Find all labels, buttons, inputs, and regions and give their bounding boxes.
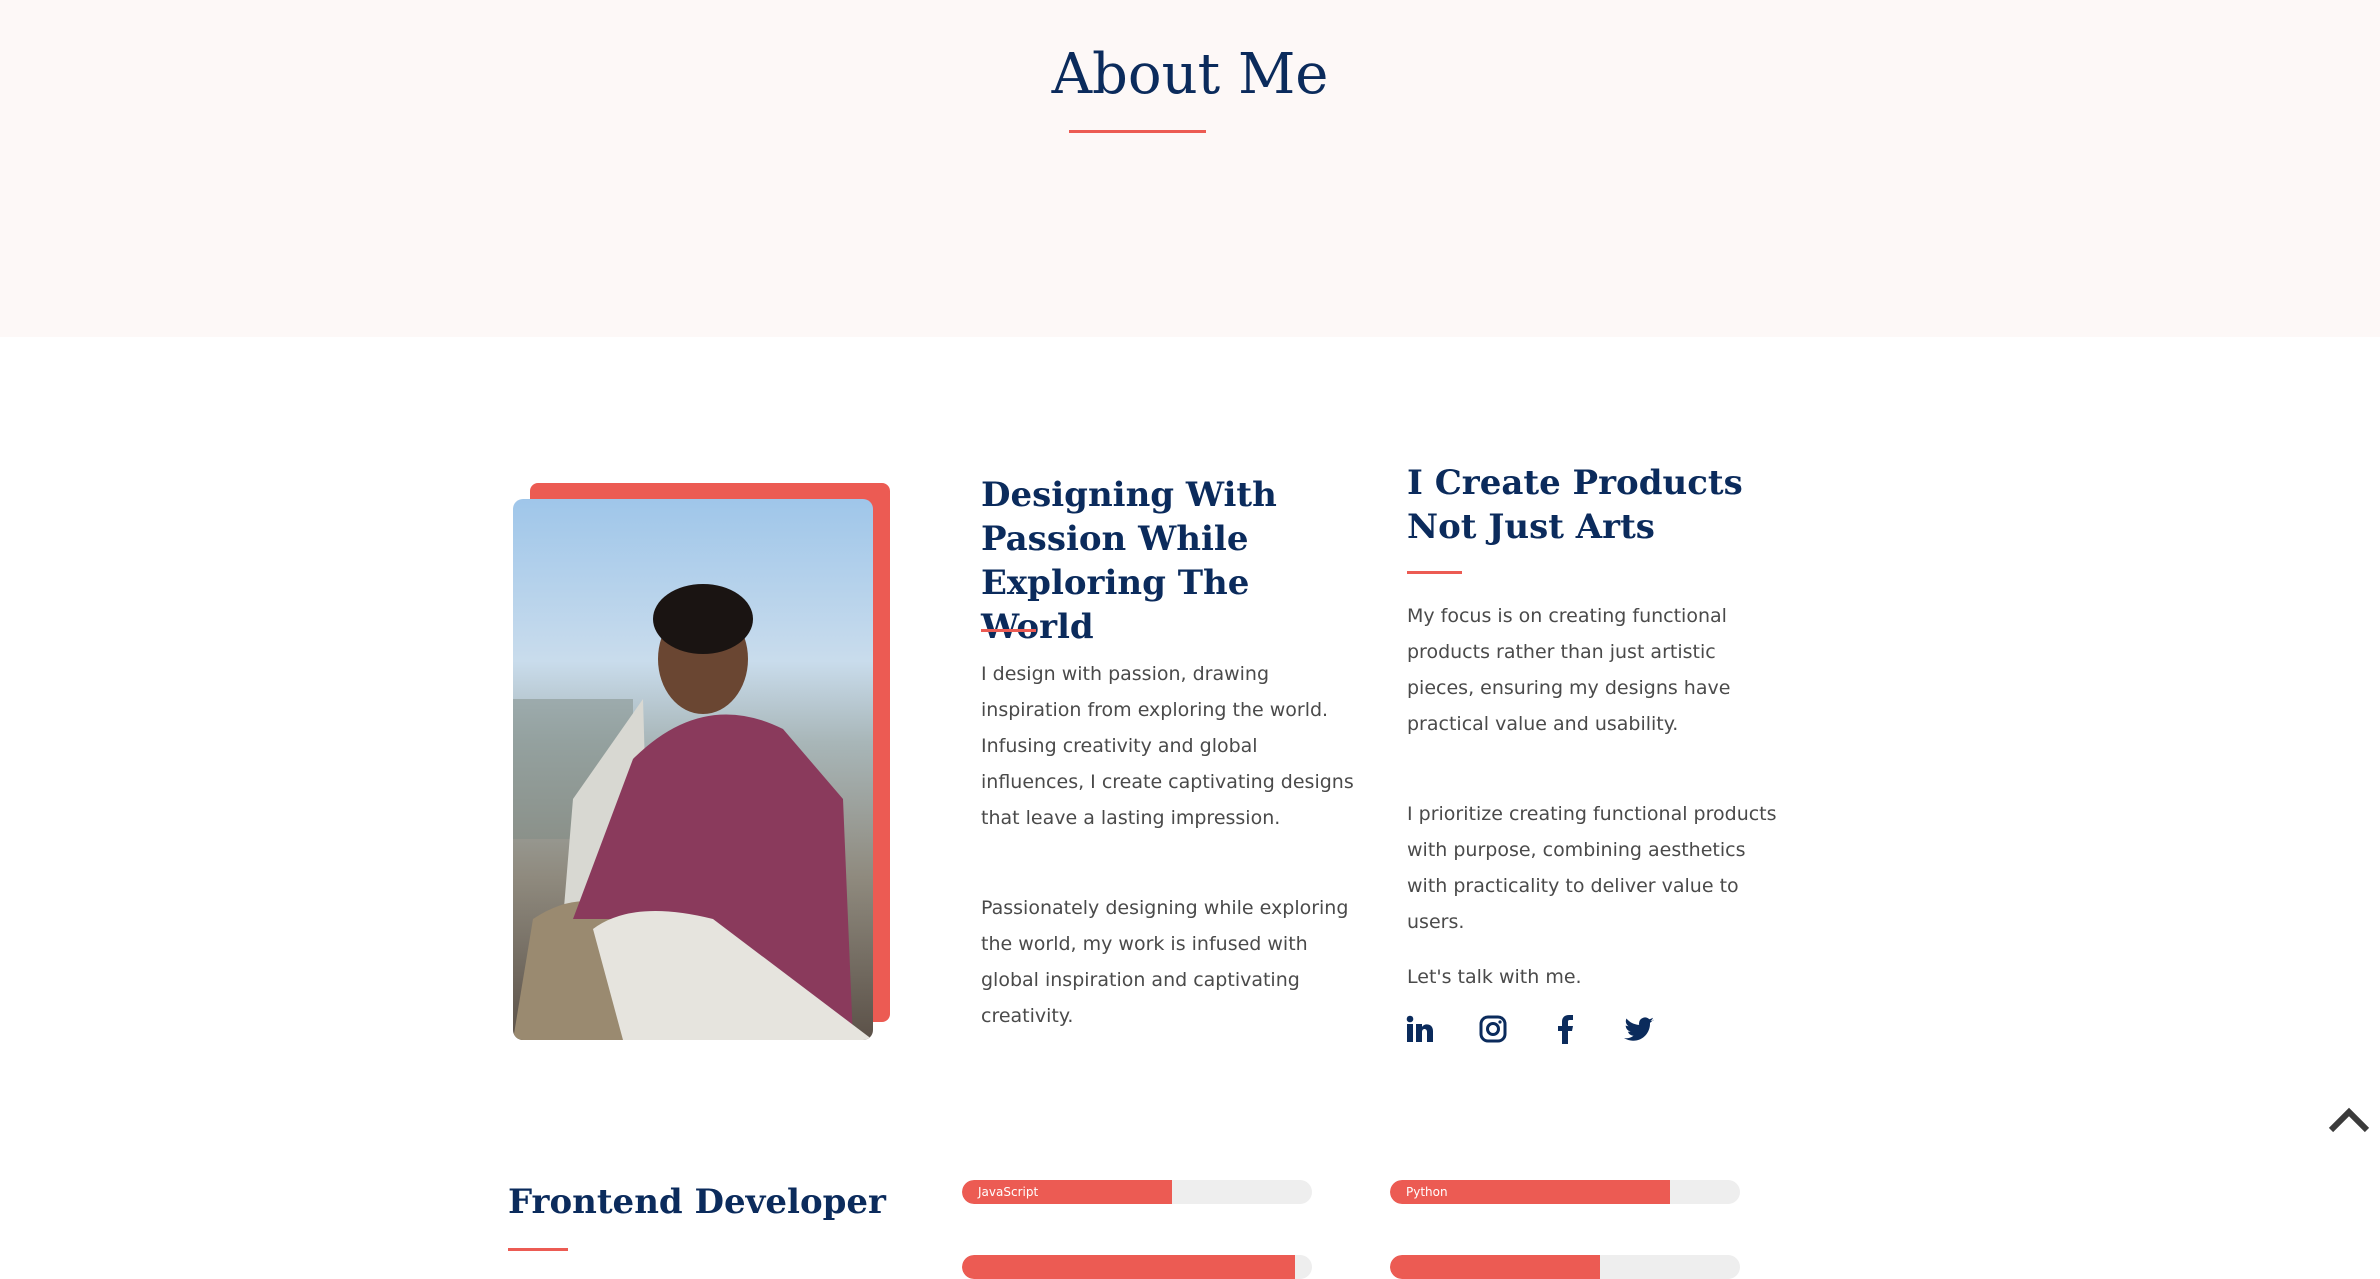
passion-paragraph-1: I design with passion, drawing inspirati… bbox=[981, 663, 1354, 829]
skill-fill bbox=[962, 1255, 1295, 1279]
chevron-up-icon bbox=[2328, 1107, 2370, 1133]
profile-photo bbox=[513, 499, 873, 1040]
skill-bar-4 bbox=[1390, 1255, 1740, 1279]
heading-underline bbox=[1407, 571, 1462, 574]
skill-fill: JavaScript bbox=[962, 1180, 1172, 1204]
passion-paragraph-2: Passionately designing while exploring t… bbox=[981, 897, 1349, 1027]
skill-bar-3 bbox=[962, 1255, 1312, 1279]
title-underline bbox=[1069, 130, 1206, 133]
skill-fill: Python bbox=[1390, 1180, 1670, 1204]
facebook-icon[interactable] bbox=[1550, 1014, 1584, 1048]
heading-underline bbox=[981, 629, 1036, 632]
products-paragraph-1: My focus is on creating functional produ… bbox=[1407, 605, 1731, 735]
linkedin-icon[interactable] bbox=[1405, 1014, 1439, 1048]
skills-heading: Frontend Developer bbox=[508, 1182, 886, 1222]
skill-fill bbox=[1390, 1255, 1600, 1279]
skill-bar-python: Python bbox=[1390, 1180, 1740, 1204]
products-paragraph-2: I prioritize creating functional product… bbox=[1407, 803, 1777, 933]
back-to-top-button[interactable] bbox=[2328, 1105, 2370, 1137]
products-heading: I Create Products Not Just Arts bbox=[1407, 463, 1743, 547]
skill-bar-javascript: JavaScript bbox=[962, 1180, 1312, 1204]
instagram-icon[interactable] bbox=[1478, 1014, 1512, 1048]
twitter-icon[interactable] bbox=[1623, 1014, 1657, 1048]
talk-text: Let's talk with me. bbox=[1407, 966, 1582, 988]
heading-underline bbox=[508, 1248, 568, 1251]
page-title: About Me bbox=[1051, 42, 1329, 107]
passion-heading: Designing With Passion While Exploring T… bbox=[981, 475, 1277, 647]
